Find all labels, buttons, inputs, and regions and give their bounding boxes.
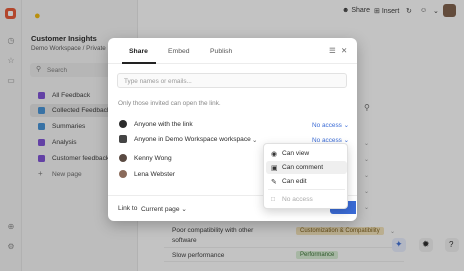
- window-edge: [464, 0, 474, 271]
- invite-input[interactable]: Type names or emails...: [117, 73, 347, 88]
- option-label: Can comment: [282, 164, 324, 171]
- permission-label: Anyone with the link: [134, 121, 193, 128]
- access-dropdown: ◉ Can view ▣ Can comment ✎ Can edit □ No…: [263, 143, 348, 209]
- option-label: Can view: [282, 150, 310, 157]
- eye-icon: ◉: [271, 150, 277, 158]
- invite-placeholder: Type names or emails...: [124, 77, 192, 85]
- globe-icon: [119, 120, 127, 128]
- active-tab-indicator: [122, 62, 156, 64]
- permission-row-link: Anyone with the link No access ⌄: [117, 118, 349, 131]
- comment-icon: ▣: [271, 164, 278, 172]
- link-page-select[interactable]: Current page ⌄: [141, 205, 187, 213]
- option-can-edit[interactable]: ✎ Can edit: [266, 175, 347, 188]
- tab-embed[interactable]: Embed: [168, 48, 190, 55]
- link-to-label: Link to: [118, 205, 138, 212]
- divider: [268, 189, 345, 190]
- option-no-access[interactable]: □ No access: [266, 193, 347, 206]
- lock-icon: □: [271, 195, 276, 203]
- close-icon[interactable]: ✕: [341, 46, 347, 55]
- pencil-icon: ✎: [271, 178, 277, 186]
- avatar: [119, 154, 127, 162]
- tab-share[interactable]: Share: [129, 48, 148, 55]
- permission-label: Lena Webster: [134, 171, 175, 178]
- app-window: ◷ ☆ ▭ ⊕ ⚙ ● Customer Insights Demo Works…: [0, 0, 474, 271]
- option-can-view[interactable]: ◉ Can view: [266, 147, 347, 160]
- chevron-down-icon[interactable]: ⌄: [252, 136, 258, 144]
- option-label: Can edit: [282, 178, 307, 185]
- workspace-icon: [119, 135, 127, 143]
- share-tabs: Share Embed Publish ☰ ✕: [108, 38, 357, 64]
- option-can-comment[interactable]: ▣ Can comment: [266, 161, 347, 174]
- option-label: No access: [282, 196, 313, 203]
- access-hint: Only those invited can open the link.: [118, 100, 221, 107]
- permission-label: Kenny Wong: [134, 155, 172, 162]
- tab-publish[interactable]: Publish: [210, 48, 232, 55]
- access-select[interactable]: No access ⌄: [312, 121, 349, 129]
- settings-sliders-icon[interactable]: ☰: [329, 46, 336, 55]
- avatar: [119, 170, 127, 178]
- permission-label: Anyone in Demo Workspace workspace: [134, 136, 251, 143]
